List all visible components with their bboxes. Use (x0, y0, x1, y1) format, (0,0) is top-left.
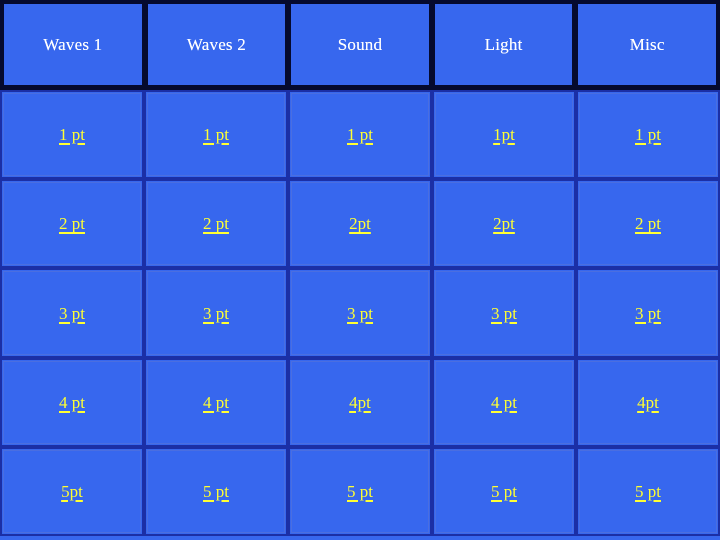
points-cell[interactable]: 4 pt (0, 357, 144, 447)
points-link[interactable]: 3 pt (59, 305, 85, 322)
category-header-sound[interactable]: Sound (291, 4, 429, 85)
points-cell[interactable]: 3 pt (432, 268, 576, 358)
points-cell[interactable]: 2 pt (0, 179, 144, 269)
points-cell[interactable]: 1 pt (288, 90, 432, 180)
category-header-misc[interactable]: Misc (578, 4, 716, 85)
points-cell[interactable]: 2 pt (576, 179, 720, 269)
points-cell[interactable]: 1 pt (576, 90, 720, 180)
points-cell[interactable]: 3 pt (288, 268, 432, 358)
points-link[interactable]: 5 pt (635, 483, 661, 500)
jeopardy-board: Waves 1 Waves 2 Sound Light Misc 1 pt 1 … (0, 0, 720, 540)
points-link[interactable]: 2 pt (59, 215, 85, 232)
points-link[interactable]: 1 pt (59, 126, 85, 143)
points-cell[interactable]: 4 pt (432, 357, 576, 447)
points-row: 1 pt 1 pt 1 pt 1pt 1 pt (0, 90, 720, 180)
category-header-light[interactable]: Light (434, 4, 573, 85)
category-label: Waves 2 (186, 35, 246, 54)
points-cell[interactable]: 5 pt (144, 446, 288, 537)
category-label: Light (484, 35, 523, 54)
points-link[interactable]: 4pt (637, 394, 659, 411)
points-link[interactable]: 1 pt (347, 126, 373, 143)
points-link[interactable]: 5pt (61, 483, 83, 500)
points-link[interactable]: 3 pt (635, 305, 661, 322)
points-link[interactable]: 2 pt (635, 215, 661, 232)
points-link[interactable]: 4pt (349, 394, 371, 411)
points-cell[interactable]: 2pt (288, 179, 432, 269)
points-link[interactable]: 3 pt (491, 305, 517, 322)
points-link[interactable]: 5 pt (203, 483, 229, 500)
points-link[interactable]: 4 pt (203, 394, 229, 411)
points-cell[interactable]: 3 pt (576, 268, 720, 358)
points-cell[interactable]: 5 pt (288, 446, 432, 537)
points-link[interactable]: 3 pt (347, 305, 373, 322)
points-link[interactable]: 3 pt (203, 305, 229, 322)
category-label: Waves 1 (43, 35, 103, 54)
category-label: Sound (337, 35, 383, 54)
points-cell[interactable]: 1 pt (144, 90, 288, 180)
points-row: 4 pt 4 pt 4pt 4 pt 4pt (0, 357, 720, 447)
points-link[interactable]: 2pt (493, 215, 515, 232)
points-cell[interactable]: 2pt (432, 179, 576, 269)
points-cell[interactable]: 5 pt (576, 446, 720, 537)
points-link[interactable]: 4 pt (59, 394, 85, 411)
points-link[interactable]: 1 pt (635, 126, 661, 143)
points-link[interactable]: 5 pt (491, 483, 517, 500)
points-cell[interactable]: 2 pt (144, 179, 288, 269)
points-grid: 1 pt 1 pt 1 pt 1pt 1 pt 2 pt 2 pt 2pt 2p… (0, 90, 720, 537)
category-header-waves-2[interactable]: Waves 2 (147, 4, 286, 85)
points-link[interactable]: 1 pt (203, 126, 229, 143)
points-cell[interactable]: 3 pt (0, 268, 144, 358)
points-cell[interactable]: 1 pt (0, 90, 144, 180)
points-link[interactable]: 4 pt (491, 394, 517, 411)
points-cell[interactable]: 4 pt (144, 357, 288, 447)
category-label: Misc (629, 35, 665, 54)
points-link[interactable]: 2pt (349, 215, 371, 232)
points-row: 2 pt 2 pt 2pt 2pt 2 pt (0, 179, 720, 269)
points-cell[interactable]: 3 pt (144, 268, 288, 358)
points-cell[interactable]: 4pt (576, 357, 720, 447)
points-cell[interactable]: 5 pt (432, 446, 576, 537)
points-row: 3 pt 3 pt 3 pt 3 pt 3 pt (0, 268, 720, 358)
points-cell[interactable]: 4pt (288, 357, 432, 447)
points-link[interactable]: 1pt (493, 126, 515, 143)
points-link[interactable]: 2 pt (203, 215, 229, 232)
points-cell[interactable]: 1pt (432, 90, 576, 180)
points-link[interactable]: 5 pt (347, 483, 373, 500)
category-header-row: Waves 1 Waves 2 Sound Light Misc (0, 0, 720, 90)
category-header-waves-1[interactable]: Waves 1 (4, 4, 142, 85)
points-cell[interactable]: 5pt (0, 446, 144, 537)
points-row: 5pt 5 pt 5 pt 5 pt 5 pt (0, 446, 720, 537)
